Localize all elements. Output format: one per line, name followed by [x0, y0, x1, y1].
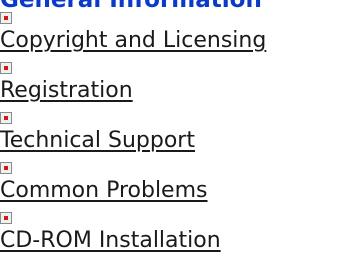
topic-item-cd-rom: CD-ROM Installation: [0, 212, 339, 262]
topic-item-technical-support: Technical Support: [0, 112, 339, 162]
topic-bullet-icon: [0, 62, 12, 74]
technical-support-link[interactable]: Technical Support: [0, 124, 195, 158]
help-page: General Information Copyright and Licens…: [0, 0, 339, 265]
copyright-link[interactable]: Copyright and Licensing: [0, 24, 266, 58]
registration-link[interactable]: Registration: [0, 74, 133, 108]
topic-bullet-icon: [0, 12, 12, 24]
topic-bullet-icon: [0, 212, 12, 224]
topic-bullet-icon: [0, 112, 12, 124]
cd-rom-installation-link[interactable]: CD-ROM Installation: [0, 224, 221, 258]
topic-bullet-icon: [0, 162, 12, 174]
topic-item-common-problems: Common Problems: [0, 162, 339, 212]
topic-item-copyright: Copyright and Licensing: [0, 12, 339, 62]
topic-list: Copyright and Licensing Registration Tec…: [0, 12, 339, 262]
common-problems-link[interactable]: Common Problems: [0, 174, 208, 208]
topic-item-registration: Registration: [0, 62, 339, 112]
page-title: General Information: [0, 0, 262, 13]
